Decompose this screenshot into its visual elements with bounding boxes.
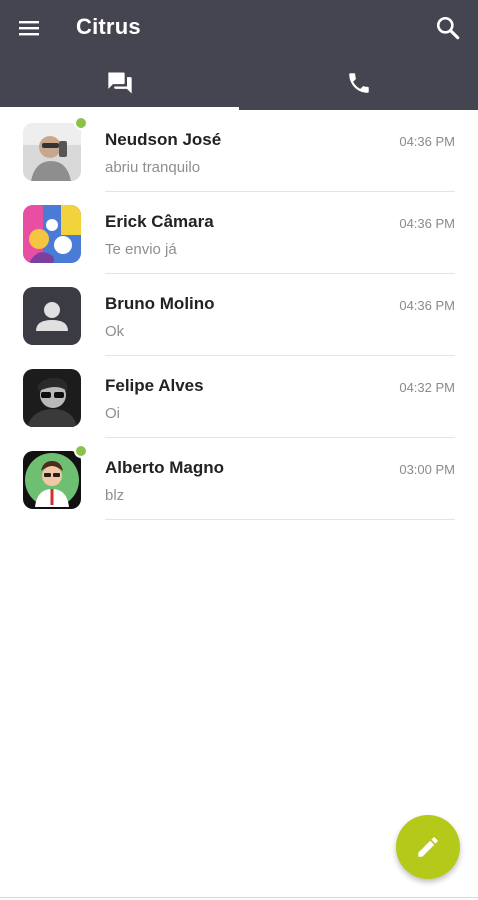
chat-name: Alberto Magno xyxy=(105,458,224,477)
chat-time: 04:36 PM xyxy=(399,216,455,231)
avatar xyxy=(23,205,81,263)
chat-item-bruno-molino[interactable]: Bruno Molino 04:36 PM Ok xyxy=(0,274,478,356)
chat-bubbles-icon xyxy=(107,72,132,94)
chat-preview: Oi xyxy=(105,405,120,422)
phone-icon xyxy=(348,73,369,93)
hamburger-menu-icon xyxy=(19,21,39,36)
chat-time: 04:32 PM xyxy=(399,380,455,395)
app-title: Citrus xyxy=(76,14,141,39)
new-chat-button[interactable] xyxy=(396,815,460,879)
menu-button[interactable] xyxy=(10,9,48,47)
avatar xyxy=(23,123,81,181)
chat-preview: abriu tranquilo xyxy=(105,159,201,176)
chat-preview: blz xyxy=(105,487,125,504)
chat-list: Neudson José 04:36 PM abriu tranquilo Er… xyxy=(0,110,478,520)
chat-name: Erick Câmara xyxy=(105,212,214,231)
chat-item-erick-camara[interactable]: Erick Câmara 04:36 PM Te envio já xyxy=(0,192,478,274)
chat-item-felipe-alves[interactable]: Felipe Alves 04:32 PM Oi xyxy=(0,356,478,438)
online-status-dot xyxy=(74,444,88,458)
tab-calls[interactable] xyxy=(239,56,478,110)
search-icon xyxy=(436,16,460,40)
toolbar: Citrus xyxy=(0,0,478,56)
chat-time: 04:36 PM xyxy=(399,134,455,149)
chat-item-neudson-jose[interactable]: Neudson José 04:36 PM abriu tranquilo xyxy=(0,110,478,192)
avatar xyxy=(23,287,81,345)
pencil-edit-icon xyxy=(418,837,438,857)
chat-name: Felipe Alves xyxy=(105,376,204,395)
chat-name: Bruno Molino xyxy=(105,294,215,313)
app-bar: Citrus xyxy=(0,0,478,110)
divider xyxy=(105,519,455,520)
chat-time: 03:00 PM xyxy=(399,462,455,477)
chat-item-alberto-magno[interactable]: Alberto Magno 03:00 PM blz xyxy=(0,438,478,520)
bottom-edge-divider xyxy=(0,897,478,898)
online-status-dot xyxy=(74,116,88,130)
chat-name: Neudson José xyxy=(105,130,222,149)
tab-chats[interactable] xyxy=(0,56,239,110)
tab-bar xyxy=(0,56,478,110)
search-button[interactable] xyxy=(428,8,468,48)
default-user-icon xyxy=(23,287,81,345)
chat-preview: Ok xyxy=(105,323,125,340)
avatar xyxy=(23,451,81,509)
chat-preview: Te envio já xyxy=(105,241,177,258)
avatar xyxy=(23,369,81,427)
chat-time: 04:36 PM xyxy=(399,298,455,313)
